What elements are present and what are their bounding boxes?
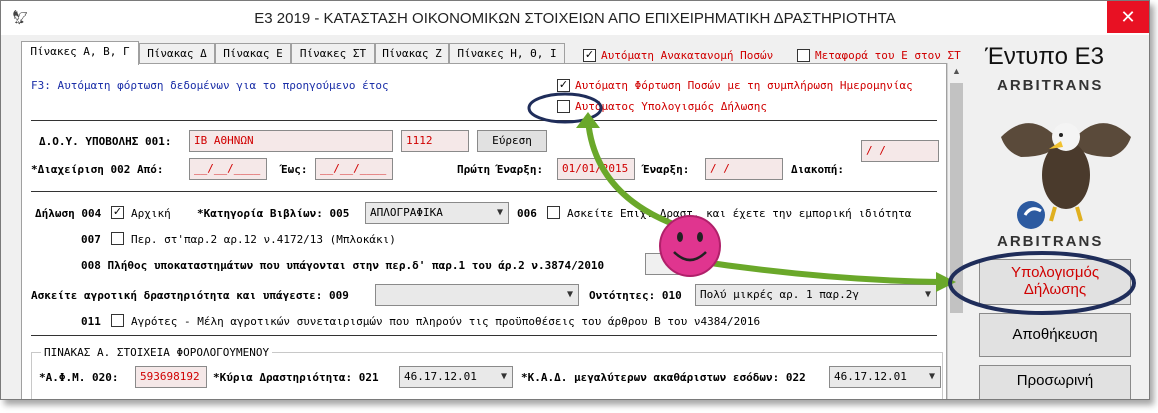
- annotation-overlay: [527, 92, 1136, 315]
- tab-abc[interactable]: Πίνακες Α, Β, Γ: [21, 41, 139, 65]
- calc-button-highlight-ring: [948, 251, 1136, 315]
- arrow-to-button: [689, 257, 941, 285]
- smiley-face-icon: [659, 215, 721, 277]
- arrow-to-checkbox: [585, 119, 691, 233]
